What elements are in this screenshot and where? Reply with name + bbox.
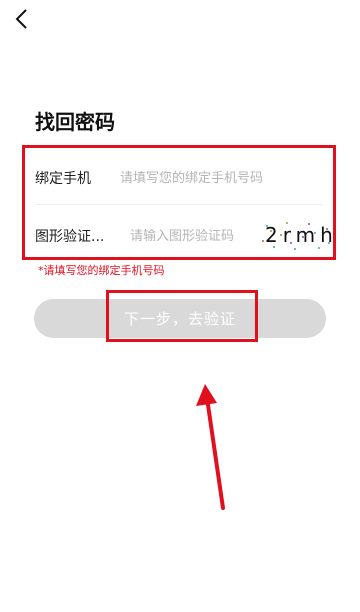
phone-row: 绑定手机 [25, 151, 333, 205]
form-container: 绑定手机 图形验证... 2rmh [22, 145, 336, 260]
captcha-text: 2rmh [265, 223, 338, 247]
captcha-label: 图形验证... [35, 229, 105, 245]
captcha-row: 图形验证... 2rmh [25, 209, 333, 263]
phone-input[interactable] [120, 170, 320, 186]
phone-label: 绑定手机 [35, 171, 91, 187]
chevron-left-icon [15, 9, 27, 29]
captcha-image[interactable]: 2rmh [259, 217, 333, 255]
divider [35, 204, 323, 205]
page-title: 找回密码 [35, 110, 115, 134]
next-step-label: 下一步，去验证 [123, 310, 236, 328]
annotation-arrow-icon [196, 384, 225, 510]
back-button[interactable] [12, 8, 34, 30]
error-message: *请填写您的绑定手机号码 [38, 264, 165, 277]
captcha-input[interactable] [130, 228, 250, 244]
next-step-button[interactable]: 下一步，去验证 [34, 299, 326, 338]
